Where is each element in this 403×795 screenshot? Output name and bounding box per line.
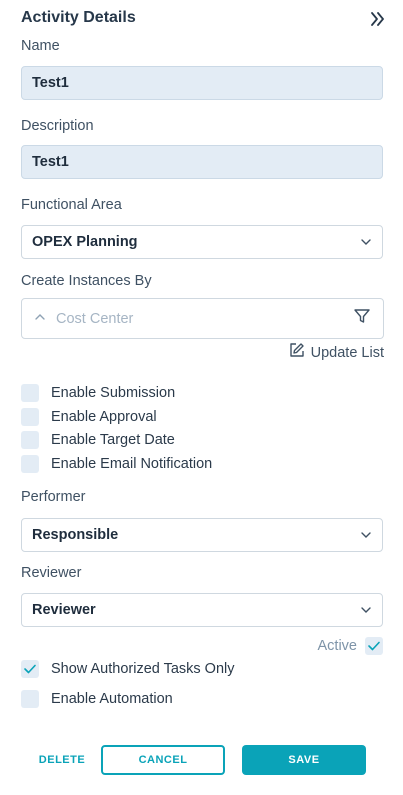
description-label: Description — [21, 118, 94, 134]
chevron-up-icon — [34, 310, 46, 328]
double-chevron-right-icon[interactable] — [369, 10, 387, 28]
enable-email-notification-row[interactable]: Enable Email Notification — [21, 455, 212, 473]
update-list-link[interactable]: Update List — [288, 342, 384, 363]
create-instances-field[interactable]: Cost Center — [21, 298, 384, 339]
show-authorized-tasks-label: Show Authorized Tasks Only — [51, 661, 235, 677]
show-authorized-tasks-checkbox[interactable] — [21, 660, 39, 678]
create-instances-placeholder: Cost Center — [56, 310, 134, 327]
chevron-down-icon — [360, 604, 372, 616]
functional-area-select[interactable]: OPEX Planning — [21, 225, 383, 259]
enable-email-notification-checkbox[interactable] — [21, 455, 39, 473]
show-authorized-tasks-row[interactable]: Show Authorized Tasks Only — [21, 660, 235, 678]
name-label: Name — [21, 38, 60, 54]
delete-button[interactable]: DELETE — [33, 745, 91, 775]
description-value: Test1 — [32, 154, 69, 170]
enable-submission-row[interactable]: Enable Submission — [21, 384, 175, 402]
enable-target-date-checkbox[interactable] — [21, 431, 39, 449]
functional-area-label: Functional Area — [21, 197, 122, 213]
enable-approval-checkbox[interactable] — [21, 408, 39, 426]
enable-target-date-label: Enable Target Date — [51, 432, 175, 448]
reviewer-select[interactable]: Reviewer — [21, 593, 383, 627]
checkmark-icon — [24, 664, 36, 674]
chevron-down-icon — [360, 236, 372, 248]
name-field[interactable]: Test1 — [21, 66, 383, 100]
enable-submission-label: Enable Submission — [51, 385, 176, 401]
performer-label: Performer — [21, 489, 86, 505]
functional-area-value: OPEX Planning — [32, 234, 138, 250]
performer-value: Responsible — [32, 527, 119, 543]
reviewer-value: Reviewer — [32, 602, 96, 618]
create-instances-label: Create Instances By — [21, 273, 152, 289]
cancel-button[interactable]: CANCEL — [101, 745, 225, 775]
active-label: Active — [317, 638, 358, 654]
enable-automation-row[interactable]: Enable Automation — [21, 690, 173, 708]
description-field[interactable]: Test1 — [21, 145, 383, 179]
active-toggle-row[interactable]: Active — [317, 637, 383, 655]
enable-email-notification-label: Enable Email Notification — [51, 456, 213, 472]
panel-title: Activity Details — [21, 9, 136, 26]
filter-icon[interactable] — [353, 307, 371, 330]
save-button[interactable]: SAVE — [242, 745, 366, 775]
checkmark-icon — [368, 641, 380, 651]
enable-approval-label: Enable Approval — [51, 409, 157, 425]
enable-approval-row[interactable]: Enable Approval — [21, 408, 157, 426]
chevron-down-icon — [360, 529, 372, 541]
enable-submission-checkbox[interactable] — [21, 384, 39, 402]
reviewer-label: Reviewer — [21, 565, 82, 581]
enable-target-date-row[interactable]: Enable Target Date — [21, 431, 175, 449]
performer-select[interactable]: Responsible — [21, 518, 383, 552]
update-list-label: Update List — [310, 344, 384, 361]
enable-automation-label: Enable Automation — [51, 691, 173, 707]
active-checkbox[interactable] — [365, 637, 383, 655]
enable-automation-checkbox[interactable] — [21, 690, 39, 708]
edit-icon — [288, 342, 305, 363]
name-value: Test1 — [32, 75, 69, 91]
